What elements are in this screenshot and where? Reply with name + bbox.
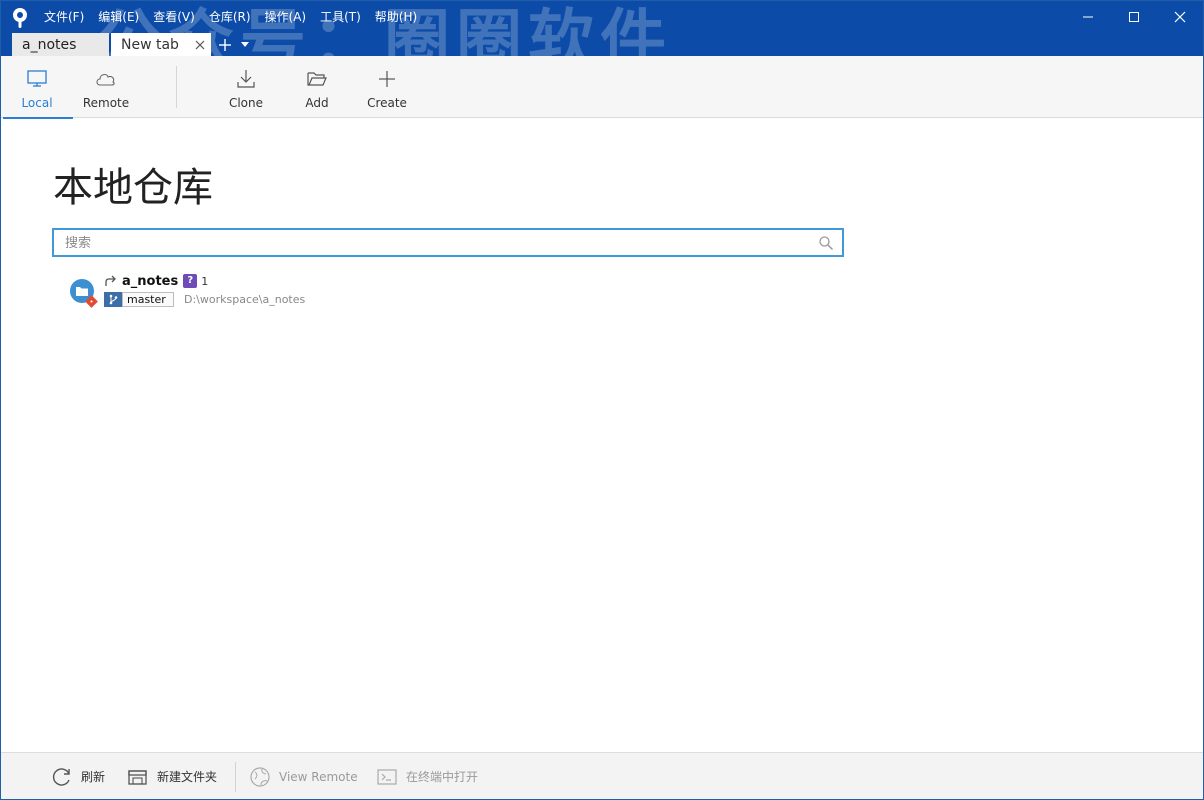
refresh-label: 刷新 xyxy=(81,770,106,784)
toolbar-local-label: Local xyxy=(21,96,53,110)
redirect-arrow-icon xyxy=(105,275,116,286)
tab-list-dropdown[interactable] xyxy=(237,33,253,56)
plus-icon xyxy=(379,71,395,87)
toolbar-add-button[interactable]: Add xyxy=(287,56,347,118)
menu-help[interactable]: 帮助(H) xyxy=(372,7,420,27)
toolbar-local-button[interactable]: Local xyxy=(2,56,73,119)
toolbar-clone-label: Clone xyxy=(228,96,264,110)
folder-open-icon xyxy=(307,72,327,86)
unknown-status-badge: ? xyxy=(183,274,198,288)
toolbar: Local Remote Clone Add Create xyxy=(1,56,1203,119)
bottom-bar: 刷新 新建文件夹 View Remote 在终端中打开 xyxy=(1,752,1203,799)
sourcetree-logo-icon xyxy=(13,8,27,28)
open-in-terminal-label: 在终端中打开 xyxy=(406,770,479,784)
branch-name: master xyxy=(122,291,174,307)
open-in-terminal-button[interactable]: 在终端中打开 xyxy=(376,753,478,800)
new-folder-button[interactable]: 新建文件夹 xyxy=(127,753,217,800)
search-icon[interactable] xyxy=(818,235,834,251)
repo-name: a_notes xyxy=(122,273,179,289)
download-icon xyxy=(237,70,255,88)
toolbar-remote-label: Remote xyxy=(82,96,130,110)
bottom-bar-divider xyxy=(235,762,236,792)
tab-new-tab-label: New tab xyxy=(121,37,179,53)
repo-branch-row: master D:\workspace\a_notes xyxy=(104,291,305,307)
new-folder-icon xyxy=(128,769,147,785)
tab-close-icon[interactable] xyxy=(193,38,207,52)
maximize-icon xyxy=(1129,12,1139,22)
chevron-down-icon xyxy=(241,41,249,47)
view-remote-label: View Remote xyxy=(279,769,358,784)
app-window: 文件(F) 编辑(E) 查看(V) 仓库(R) 操作(A) 工具(T) 帮助(H… xyxy=(0,0,1204,800)
toolbar-create-button[interactable]: Create xyxy=(357,56,417,118)
view-remote-button[interactable]: View Remote xyxy=(249,753,358,800)
repo-path: D:\workspace\a_notes xyxy=(184,292,306,306)
repository-list-item[interactable]: a_notes ? 1 master D:\workspace\a_notes xyxy=(67,271,367,311)
page-title: 本地仓库 xyxy=(53,165,213,211)
globe-icon xyxy=(250,766,270,787)
terminal-icon xyxy=(377,768,397,785)
menu-tools[interactable]: 工具(T) xyxy=(317,7,364,27)
close-window-button[interactable] xyxy=(1157,1,1203,33)
menu-repository[interactable]: 仓库(R) xyxy=(206,7,254,27)
menu-bar: 文件(F) 编辑(E) 查看(V) 仓库(R) 操作(A) 工具(T) 帮助(H… xyxy=(41,7,428,27)
toolbar-create-label: Create xyxy=(367,96,407,110)
title-bar: 文件(F) 编辑(E) 查看(V) 仓库(R) 操作(A) 工具(T) 帮助(H… xyxy=(1,1,1203,79)
branch-icon xyxy=(104,291,122,307)
refresh-icon xyxy=(52,767,70,786)
menu-file[interactable]: 文件(F) xyxy=(41,7,87,27)
menu-edit[interactable]: 编辑(E) xyxy=(95,7,142,27)
toolbar-add-label: Add xyxy=(305,96,329,110)
plus-icon xyxy=(219,38,231,51)
minimize-button[interactable] xyxy=(1065,1,1111,33)
close-icon xyxy=(1174,11,1186,23)
window-controls xyxy=(1065,1,1203,33)
menu-view[interactable]: 查看(V) xyxy=(150,7,198,27)
tab-a-notes[interactable]: a_notes xyxy=(12,33,109,56)
new-tab-button[interactable] xyxy=(213,33,237,56)
refresh-button[interactable]: 刷新 xyxy=(51,753,105,800)
minimize-icon xyxy=(1083,16,1093,18)
monitor-icon xyxy=(27,70,47,87)
repo-name-row: a_notes ? 1 xyxy=(104,272,208,290)
repo-change-count: 1 xyxy=(201,274,209,288)
toolbar-remote-button[interactable]: Remote xyxy=(76,56,136,118)
cloud-icon xyxy=(96,74,115,86)
search-box xyxy=(52,228,844,257)
active-tab-indicator xyxy=(3,117,73,119)
tab-strip: a_notes New tab xyxy=(12,33,253,56)
menu-actions[interactable]: 操作(A) xyxy=(262,7,310,27)
maximize-button[interactable] xyxy=(1111,1,1157,33)
new-folder-label: 新建文件夹 xyxy=(157,770,218,784)
toolbar-divider xyxy=(176,66,177,108)
repository-folder-icon xyxy=(70,279,98,308)
tab-new-tab[interactable]: New tab xyxy=(111,33,211,56)
toolbar-clone-button[interactable]: Clone xyxy=(216,56,276,118)
search-input[interactable] xyxy=(65,233,805,253)
